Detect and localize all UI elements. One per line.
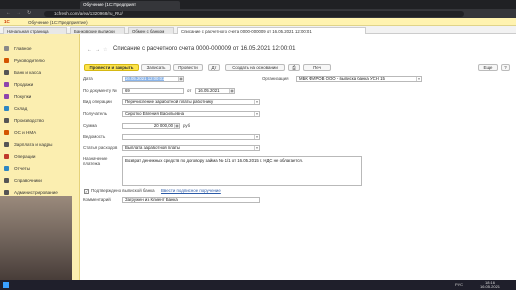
chevron-down-icon[interactable]: ▾ (254, 100, 259, 104)
print-icon-button[interactable]: ⎙ (288, 64, 300, 71)
tab-bank-exchange[interactable]: Обмен с банком (128, 27, 174, 34)
calendar-icon[interactable]: ▦ (229, 89, 234, 93)
app-logo: 1С (4, 19, 10, 24)
tab-document[interactable]: Списание с расчетного счета 0000-000009 … (177, 27, 366, 34)
chart-icon (4, 58, 9, 63)
help-button[interactable]: ? (501, 64, 510, 71)
op-type-field[interactable]: Перечисление заработной платы работнику ▾ (122, 99, 260, 105)
reload-icon[interactable]: ↻ (27, 10, 31, 16)
tab-bank-statements[interactable]: Банковские выписки (70, 27, 125, 34)
comment-label: Комментарий (83, 197, 111, 202)
sidebar-item-operations[interactable]: Операции (4, 152, 78, 162)
date-label: Дата (83, 76, 93, 81)
expense-label: Статья расходов (83, 145, 118, 150)
sidebar-item-warehouse[interactable]: Склад (4, 104, 78, 114)
printer-icon: ⎙ (292, 65, 296, 70)
recipient-label: Получатель (83, 111, 107, 116)
people-icon (4, 142, 9, 147)
print-button[interactable]: Печ (303, 64, 331, 71)
sidebar-item-reports[interactable]: Отчеты (4, 164, 78, 174)
building-icon (4, 130, 9, 135)
windows-start-icon[interactable] (3, 282, 9, 288)
language-indicator[interactable]: РУС (455, 282, 463, 287)
org-field[interactable]: МБК ФИРОВ ООО - выписка банка УСН 15 ▾ (296, 76, 422, 82)
sidebar-item-catalogs[interactable]: Справочники (4, 176, 78, 186)
calculator-icon[interactable]: ▦ (174, 124, 179, 128)
confirmed-checkbox[interactable]: ✓ (84, 189, 89, 194)
app-tabs: Начальная страница Банковские выписки Об… (0, 26, 516, 34)
sidebar-item-production[interactable]: Производство (4, 116, 78, 126)
book-icon (4, 178, 9, 183)
document-form: ← → ☆ Списание с расчетного счета 0000-0… (81, 34, 516, 280)
sum-label: Сумма (83, 123, 97, 128)
box-icon (4, 106, 9, 111)
doc-num-label: По документу № (83, 88, 118, 93)
post-button[interactable]: Провести (173, 64, 203, 71)
more-button[interactable]: Еще (478, 64, 498, 71)
org-label: Организация (262, 76, 289, 81)
purpose-textarea[interactable]: Возврат денежных средств по договору зай… (122, 156, 362, 186)
sum-field[interactable]: 20 000,00 ▦ (122, 123, 180, 129)
statement-label: Ведомость (83, 134, 106, 139)
comment-field[interactable]: Загружен из Клиент Банка (122, 197, 260, 203)
sidebar-item-manager[interactable]: Руководителю (4, 56, 78, 66)
back-icon[interactable]: ← (6, 10, 11, 16)
browser-tab[interactable]: Обучение (1С:Предприят (80, 1, 180, 9)
sidebar-item-assets[interactable]: ОС и НМА (4, 128, 78, 138)
date-value: 16.05.2021 12:00:01 (125, 76, 165, 81)
sidebar-item-salary[interactable]: Зарплата и кадры (4, 140, 78, 150)
purpose-label: Назначение платежа (83, 156, 108, 166)
tab-home[interactable]: Начальная страница (3, 27, 67, 34)
page-title: Списание с расчетного счета 0000-000009 … (113, 46, 296, 52)
menu-icon (4, 46, 9, 51)
from-label: от (187, 88, 192, 93)
dt-kt-icon: Дт (211, 65, 217, 70)
screen: Обучение (1С:Предприят ← → ↻ 1cfresh.com… (0, 0, 516, 290)
forward-icon[interactable]: → (16, 10, 21, 16)
nav-forward-icon[interactable]: → (95, 47, 100, 53)
date-field[interactable]: 16.05.2021 12:00:01 ▦ (122, 76, 184, 82)
op-type-label: Вид операции (83, 99, 112, 104)
calendar-icon[interactable]: ▦ (178, 77, 183, 81)
statement-field[interactable]: ▾ (122, 134, 260, 140)
operations-icon (4, 154, 9, 159)
report-icon (4, 166, 9, 171)
address-bar[interactable]: 1cfresh.com/a/ea/1320968/ru_RU/ (44, 10, 464, 17)
sidebar-item-bank[interactable]: Банк и касса (4, 68, 78, 78)
save-button[interactable]: Записать (141, 64, 171, 71)
doc-num-field[interactable]: 69 (122, 88, 184, 94)
recipient-field[interactable]: Сиротко Евгения Васильевна ▾ (122, 111, 260, 117)
create-based-on-button[interactable]: Создать на основании (225, 64, 285, 71)
nav-back-icon[interactable]: ← (87, 47, 92, 53)
factory-icon (4, 118, 9, 123)
sidebar-item-main[interactable]: Главное (4, 44, 78, 54)
confirmed-label: Подтверждено выпиской банка (91, 188, 155, 193)
enter-payment-link[interactable]: Ввести подписное поручение (161, 188, 221, 194)
sidebar-item-purchases[interactable]: Покупки (4, 92, 78, 102)
taskbar: РУС 18:16 16.05.2021 (0, 280, 516, 290)
clock[interactable]: 18:16 16.05.2021 (480, 280, 500, 290)
sidebar-item-sales[interactable]: Продажи (4, 80, 78, 90)
expense-field[interactable]: Выплата заработной платы ▾ (122, 145, 260, 151)
doc-date-field[interactable]: 16.05.2021 ▦ (195, 88, 235, 94)
cart-icon (4, 82, 9, 87)
app-header: 1С Обучение (1С:Предприятие) (0, 18, 516, 26)
journal-button[interactable]: Дт (208, 64, 220, 71)
browser-tabbar: Обучение (1С:Предприят (0, 0, 516, 9)
basket-icon (4, 94, 9, 99)
chevron-down-icon[interactable]: ▾ (254, 135, 259, 139)
webcam-overlay (0, 196, 72, 290)
currency-label: руб (183, 123, 191, 128)
gear-icon (4, 190, 9, 195)
chevron-down-icon[interactable]: ▾ (254, 146, 259, 150)
star-icon[interactable]: ☆ (103, 47, 107, 53)
app-title: Обучение (1С:Предприятие) (28, 19, 88, 25)
chevron-down-icon[interactable]: ▾ (416, 77, 421, 81)
bank-icon (4, 70, 9, 75)
post-and-close-button[interactable]: Провести и закрыть (84, 64, 139, 71)
chevron-down-icon[interactable]: ▾ (254, 112, 259, 116)
